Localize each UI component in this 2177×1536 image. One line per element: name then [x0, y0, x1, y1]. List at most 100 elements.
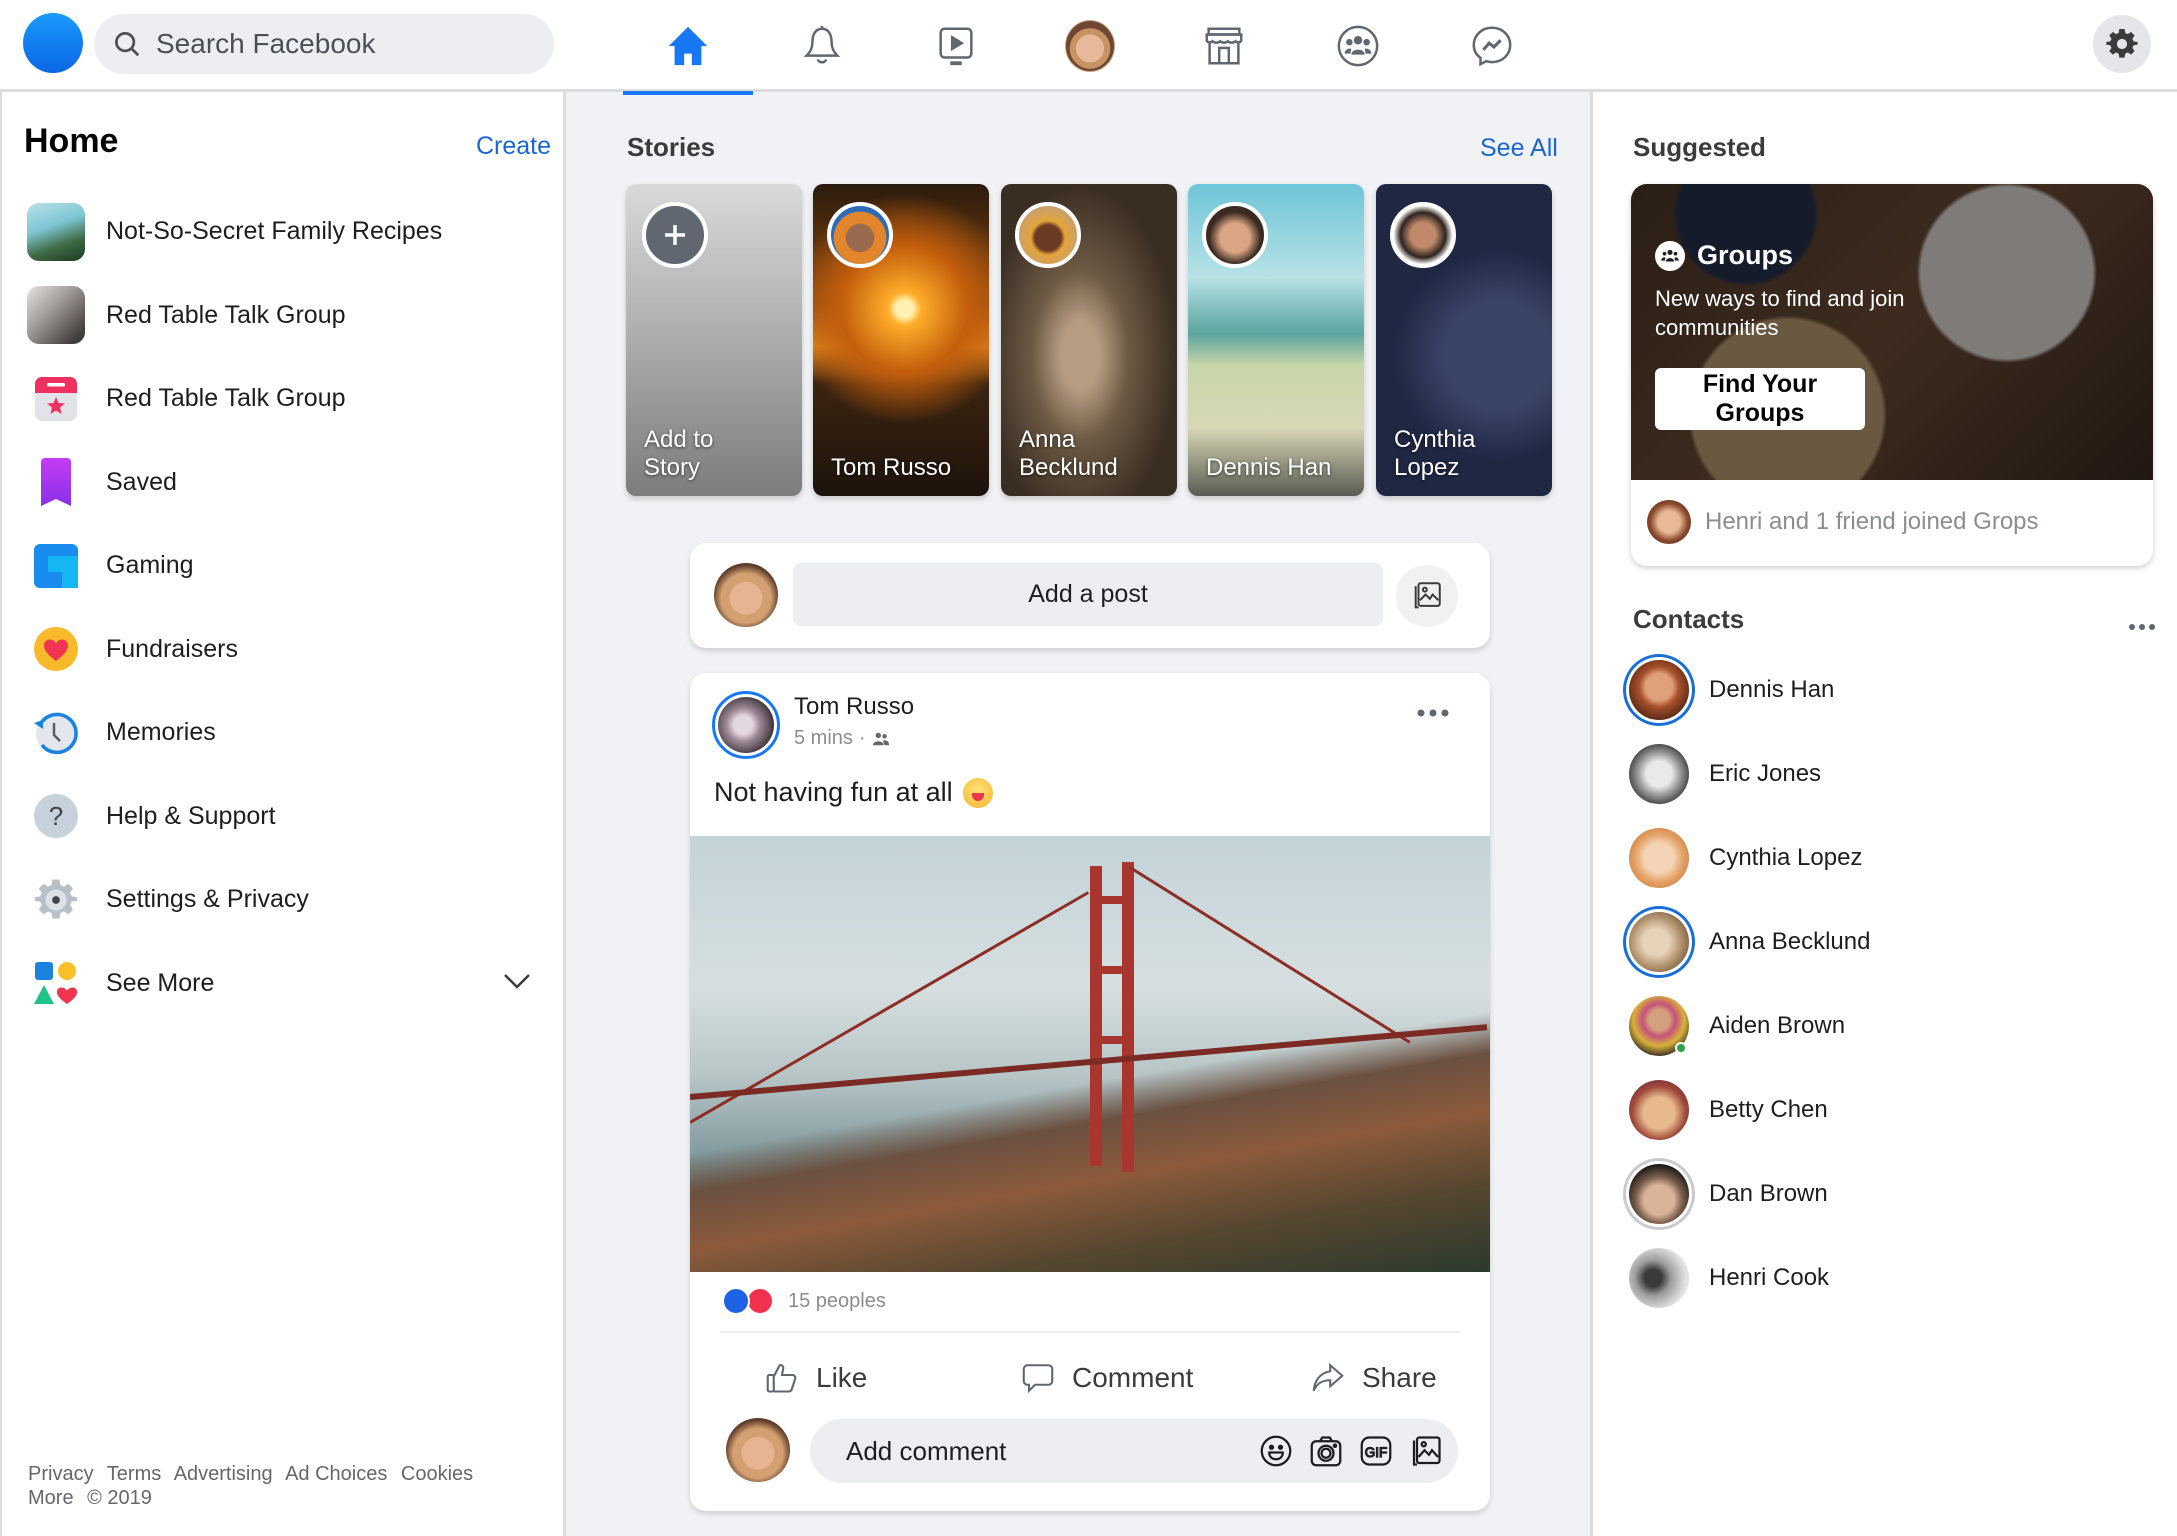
footer-link-cookies[interactable]: Cookies	[401, 1463, 473, 1485]
sidebar-item-settings[interactable]: Settings & Privacy	[2, 858, 562, 942]
story-add[interactable]: Add to Story	[626, 184, 802, 496]
search-bar[interactable]	[94, 14, 554, 74]
story-card[interactable]: Anna Becklund	[1001, 184, 1177, 496]
contact-item[interactable]: Betty Chen	[1629, 1076, 1828, 1144]
meta-separator: ·	[858, 727, 866, 749]
nav-profile[interactable]	[1023, 0, 1157, 92]
contact-name: Aiden Brown	[1709, 1012, 1846, 1039]
contact-item[interactable]: Cynthia Lopez	[1629, 824, 1862, 892]
heart-icon	[34, 627, 78, 672]
contact-name: Dennis Han	[1709, 676, 1835, 703]
footer-link-privacy[interactable]: Privacy	[28, 1463, 94, 1485]
avatar	[1629, 912, 1689, 972]
avatar[interactable]	[726, 1418, 790, 1482]
gif-icon[interactable]: GIF	[1358, 1433, 1394, 1469]
bridge-tower	[1122, 862, 1134, 1172]
avatar	[1629, 744, 1689, 804]
see-all-link[interactable]: See All	[1480, 134, 1558, 163]
sidebar-item-saved[interactable]: Saved	[2, 441, 562, 525]
find-your-groups-button[interactable]: Find Your Groups	[1655, 368, 1865, 430]
settings-button[interactable]	[2093, 15, 2151, 73]
story-name: Anna Becklund	[1019, 426, 1118, 481]
groups-activity[interactable]: Henri and 1 friend joined Grops	[1647, 500, 2039, 544]
add-post-input[interactable]: Add a post	[793, 563, 1383, 626]
nav-notifications[interactable]	[755, 0, 889, 92]
shapes-icon	[34, 962, 77, 1005]
groups-description: New ways to find and join communities	[1655, 286, 1905, 340]
laughing-emoji-icon	[962, 777, 993, 808]
groups-icon	[1655, 240, 1685, 271]
footer-link-ad-choices[interactable]: Ad Choices	[285, 1463, 387, 1485]
gear-icon	[2106, 28, 2138, 58]
like-button[interactable]: Like	[764, 1348, 867, 1408]
groups-icon	[1337, 25, 1379, 67]
add-story-button[interactable]	[642, 202, 708, 268]
story-card[interactable]: Cynthia Lopez	[1376, 184, 1552, 496]
footer-link-terms[interactable]: Terms	[107, 1463, 161, 1485]
create-link[interactable]: Create	[476, 132, 551, 161]
contact-item[interactable]: Eric Jones	[1629, 740, 1821, 808]
search-input[interactable]	[156, 28, 536, 60]
footer-link-more[interactable]: More	[28, 1487, 74, 1509]
sidebar-item-family-recipes[interactable]: Not-So-Secret Family Recipes	[2, 190, 562, 274]
emoji-icon[interactable]	[1258, 1433, 1294, 1469]
author-avatar[interactable]	[712, 691, 780, 759]
camera-icon[interactable]	[1308, 1433, 1344, 1469]
story-avatar	[1390, 202, 1456, 268]
sidebar-item-gaming[interactable]: Gaming	[2, 524, 562, 608]
sidebar-item-label: Red Table Talk Group	[106, 384, 346, 413]
copyright: © 2019	[87, 1487, 152, 1509]
footer-link-advertising[interactable]: Advertising	[174, 1463, 273, 1485]
share-label: Share	[1362, 1362, 1437, 1393]
page-title: Home	[24, 122, 119, 160]
svg-text:GIF: GIF	[1365, 1445, 1388, 1460]
contact-item[interactable]: Dan Brown	[1629, 1160, 1828, 1228]
bridge-tower	[1090, 1036, 1134, 1044]
sidebar-item-see-more[interactable]: See More	[2, 942, 562, 1026]
comment-button[interactable]: Comment	[1020, 1348, 1193, 1408]
facebook-logo[interactable]	[23, 13, 83, 73]
post-author[interactable]: Tom Russo	[794, 693, 914, 721]
like-reaction-icon	[722, 1287, 750, 1315]
reactions-summary[interactable]: 15 peoples	[722, 1287, 886, 1315]
nav-groups[interactable]	[1291, 0, 1425, 92]
sidebar-item-red-table-talk[interactable]: Red Table Talk Group	[2, 274, 562, 358]
story-card[interactable]: Tom Russo	[813, 184, 989, 496]
sidebar-item-red-table-talk-events[interactable]: Red Table Talk Group	[2, 357, 562, 441]
nav-marketplace[interactable]	[1157, 0, 1291, 92]
bridge-tower	[1090, 896, 1134, 904]
comment-input[interactable]: Add comment GIF	[810, 1419, 1458, 1483]
chevron-down-icon[interactable]	[502, 970, 532, 992]
avatar[interactable]	[714, 563, 778, 627]
nav-watch[interactable]	[889, 0, 1023, 92]
nav-home[interactable]	[621, 0, 755, 95]
groups-title: Groups	[1697, 240, 1794, 270]
contact-item[interactable]: Dennis Han	[1629, 656, 1834, 724]
contacts-title: Contacts	[1633, 604, 1745, 634]
more-options-icon[interactable]	[1415, 703, 1451, 723]
share-button[interactable]: Share	[1310, 1348, 1437, 1408]
sidebar-menu: Not-So-Secret Family Recipes Red Table T…	[2, 190, 562, 1025]
story-name: Tom Russo	[831, 454, 952, 481]
contact-item[interactable]: Anna Becklund	[1629, 908, 1870, 976]
contact-item[interactable]: Aiden Brown	[1629, 992, 1845, 1060]
more-options-icon[interactable]	[2127, 620, 2157, 634]
post-time[interactable]: 5 mins	[794, 727, 853, 750]
sidebar-item-fundraisers[interactable]: Fundraisers	[2, 608, 562, 692]
sidebar-item-help[interactable]: ? Help & Support	[2, 775, 562, 859]
plus-icon	[665, 225, 685, 245]
sidebar-item-memories[interactable]: Memories	[2, 691, 562, 775]
nav-messenger[interactable]	[1425, 0, 1559, 92]
clock-icon	[34, 712, 78, 754]
photo-icon[interactable]	[1408, 1433, 1444, 1469]
post-photo[interactable]	[690, 836, 1490, 1272]
search-icon	[115, 32, 140, 57]
comment-placeholder[interactable]: Add comment	[846, 1436, 1258, 1467]
reactions-count: 15 peoples	[788, 1289, 886, 1312]
add-photo-button[interactable]	[1396, 565, 1458, 627]
footer-links: Privacy Terms Advertising Ad Choices Coo…	[28, 1462, 481, 1510]
sidebar-item-label: Red Table Talk Group	[106, 300, 346, 329]
story-card[interactable]: Dennis Han	[1188, 184, 1364, 496]
contact-item[interactable]: Henri Cook	[1629, 1244, 1829, 1312]
groups-suggestion-card: Groups New ways to find and join communi…	[1631, 184, 2153, 566]
